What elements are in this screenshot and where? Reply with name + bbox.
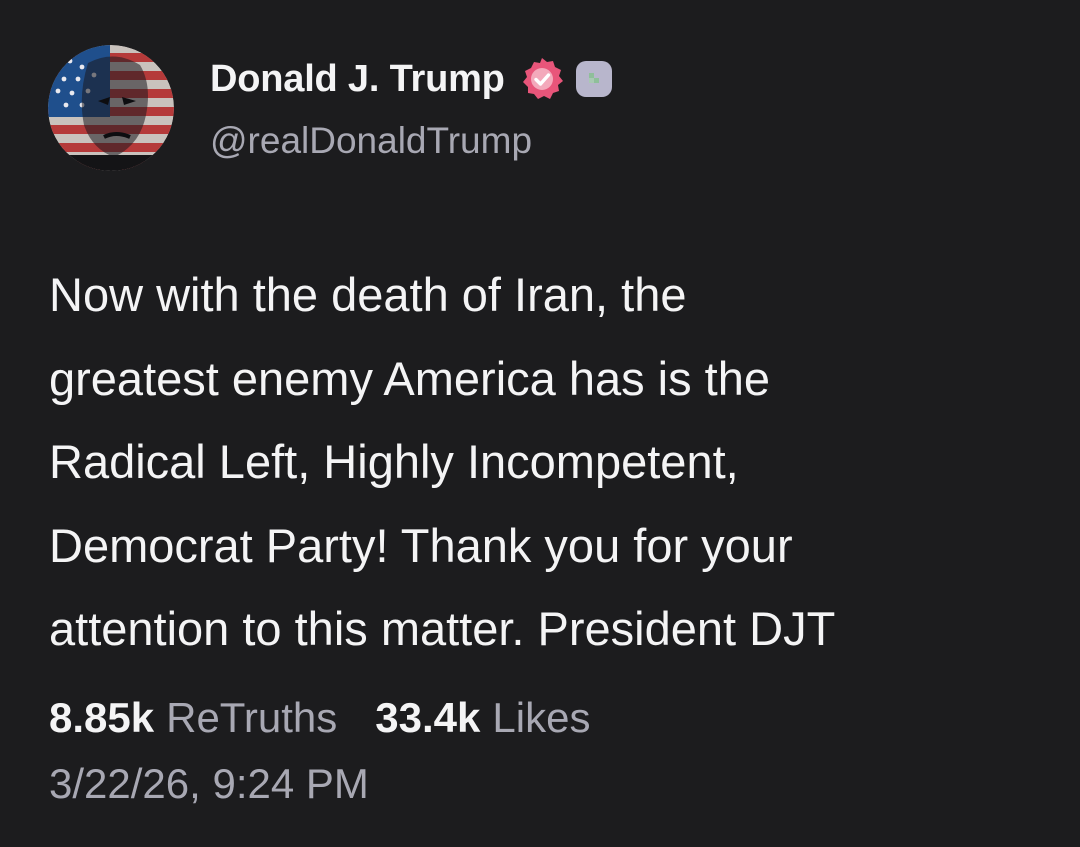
likes-label: Likes — [492, 694, 591, 741]
post-body: Now with the death of Iran, the greatest… — [49, 253, 1039, 671]
post-body-line: Now with the death of Iran, the — [49, 268, 687, 321]
author-name-row: Donald J. Trump — [210, 56, 613, 102]
post-body-line: attention to this matter. President DJT — [49, 602, 836, 655]
author-avatar[interactable] — [48, 45, 174, 171]
retruths-count: 8.85k — [49, 694, 155, 741]
post-body-line: greatest enemy America has is the — [49, 351, 771, 405]
retruths-label: ReTruths — [166, 694, 338, 741]
likes-count: 33.4k — [375, 694, 481, 741]
author-handle[interactable]: @realDonaldTrump — [210, 120, 532, 162]
truth-post: Donald J. Trump @realDonaldTrump Now wit… — [0, 0, 1080, 847]
post-stats: 8.85k ReTruths 33.4k Likes — [49, 694, 590, 742]
flag-portrait-avatar-icon — [48, 45, 174, 171]
verified-check-icon — [519, 56, 565, 102]
post-timestamp: 3/22/26, 9:24 PM — [49, 760, 369, 807]
post-body-line: Democrat Party! Thank you for your — [49, 518, 793, 572]
author-display-name[interactable]: Donald J. Trump — [210, 58, 505, 101]
post-body-line: Radical Left, Highly Incompetent, — [49, 435, 739, 488]
retruths-stat[interactable]: 8.85k ReTruths — [49, 694, 337, 742]
account-badge-icon — [575, 60, 613, 98]
likes-stat[interactable]: 33.4k Likes — [375, 694, 590, 742]
